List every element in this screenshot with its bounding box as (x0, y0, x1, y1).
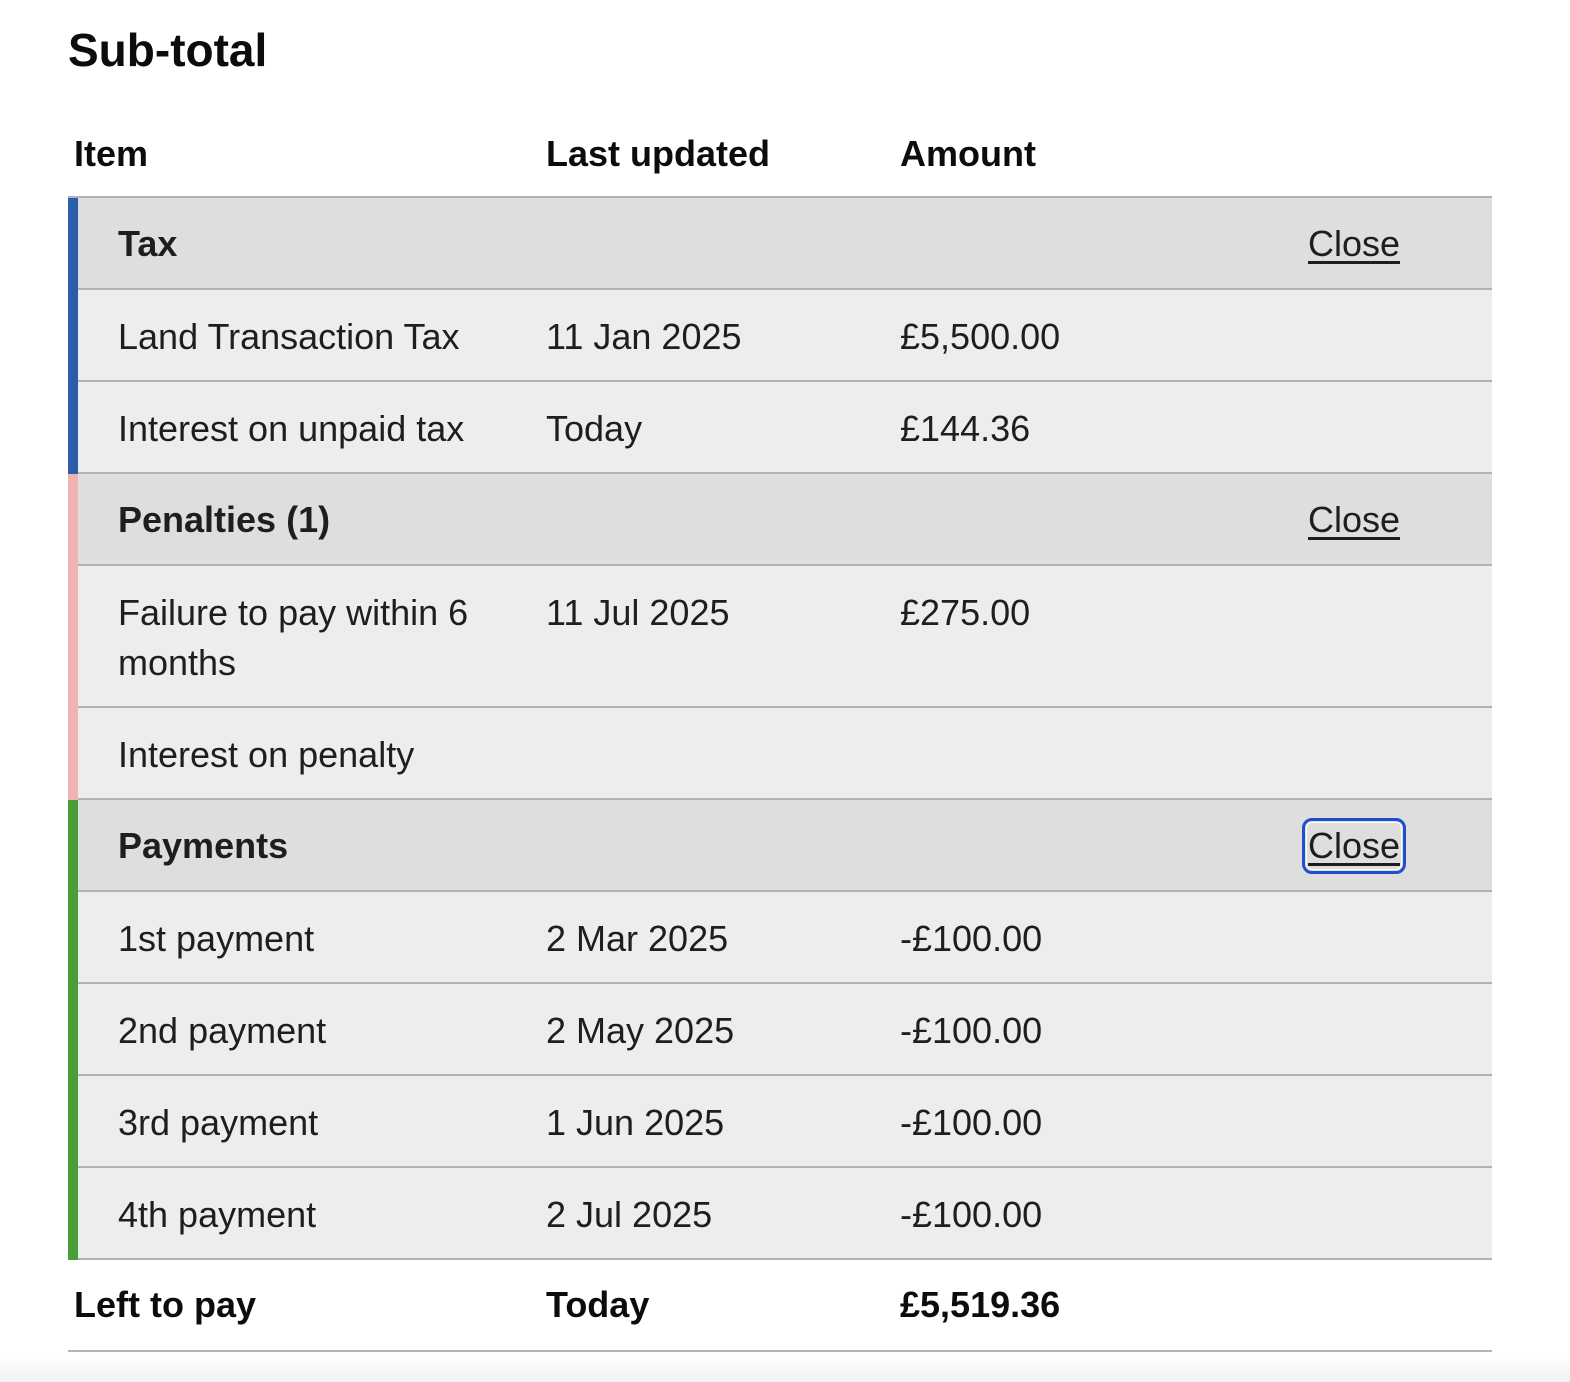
row-item: 2nd payment (118, 1010, 327, 1051)
penalties-group: Penalties (1) Close Failure to pay withi… (68, 474, 1492, 800)
page-title: Sub-total (68, 24, 268, 76)
row-item: Land Transaction Tax (118, 316, 460, 357)
payments-group-header: Payments Close (78, 800, 1492, 892)
row-amount: -£100.00 (900, 1102, 1043, 1143)
table-row: 3rd payment 1 Jun 2025 -£100.00 (78, 1076, 1492, 1168)
subtotal-page: Sub-total Item Last updated Amount Tax C… (0, 0, 1570, 1382)
table-row: Failure to pay within 6 months 11 Jul 20… (78, 566, 1492, 708)
table-row: 2nd payment 2 May 2025 -£100.00 (78, 984, 1492, 1076)
row-last-updated: 2 Jul 2025 (546, 1194, 713, 1235)
row-last-updated: 11 Jul 2025 (546, 592, 730, 633)
row-last-updated: 1 Jun 2025 (546, 1102, 725, 1143)
payments-group-title: Payments (118, 825, 289, 866)
total-label: Left to pay (74, 1284, 257, 1325)
penalties-group-title: Penalties (1) (118, 499, 331, 540)
payments-group: Payments Close 1st payment 2 Mar 2025 -£… (68, 800, 1492, 1260)
row-amount: £144.36 (900, 408, 1031, 449)
penalties-group-header: Penalties (1) Close (78, 474, 1492, 566)
row-last-updated: 11 Jan 2025 (546, 316, 742, 357)
row-item: Interest on unpaid tax (118, 408, 465, 449)
payments-close-link[interactable]: Close (1301, 818, 1407, 874)
column-header-amount: Amount (900, 133, 1036, 174)
column-header-item: Item (74, 133, 149, 174)
tax-group-header: Tax Close (78, 198, 1492, 290)
row-item: 1st payment (118, 918, 315, 959)
row-amount: -£100.00 (900, 1194, 1043, 1235)
row-item: 3rd payment (118, 1102, 319, 1143)
row-amount: £275.00 (900, 592, 1031, 633)
breakdown-table: Tax Close Land Transaction Tax 11 Jan 20… (68, 198, 1492, 1260)
row-item: Interest on penalty (118, 734, 415, 775)
row-last-updated: 2 Mar 2025 (546, 918, 729, 959)
tax-close-link[interactable]: Close (1306, 220, 1402, 268)
column-header-last-updated: Last updated (546, 133, 771, 174)
table-row: Interest on penalty (78, 708, 1492, 800)
table-header: Item Last updated Amount (68, 128, 1492, 198)
total-last-updated: Today (546, 1284, 650, 1325)
penalties-close-link[interactable]: Close (1306, 496, 1402, 544)
row-item: 4th payment (118, 1194, 317, 1235)
scroll-edge (0, 1356, 1570, 1382)
total-amount: £5,519.36 (900, 1284, 1061, 1325)
row-amount: £5,500.00 (900, 316, 1061, 357)
row-amount: -£100.00 (900, 918, 1043, 959)
row-last-updated: Today (546, 408, 643, 449)
row-last-updated: 2 May 2025 (546, 1010, 735, 1051)
table-row: 4th payment 2 Jul 2025 -£100.00 (78, 1168, 1492, 1260)
row-amount: -£100.00 (900, 1010, 1043, 1051)
row-item: Failure to pay within 6 months (118, 592, 469, 683)
tax-group-title: Tax (118, 223, 178, 264)
table-row: Land Transaction Tax 11 Jan 2025 £5,500.… (78, 290, 1492, 382)
left-to-pay-row: Left to pay Today £5,519.36 (68, 1260, 1492, 1352)
tax-group: Tax Close Land Transaction Tax 11 Jan 20… (68, 198, 1492, 474)
table-row: 1st payment 2 Mar 2025 -£100.00 (78, 892, 1492, 984)
table-row: Interest on unpaid tax Today £144.36 (78, 382, 1492, 474)
